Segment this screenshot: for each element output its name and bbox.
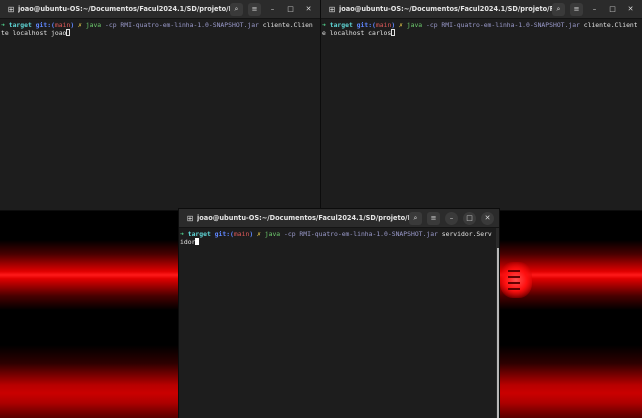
text-cursor: [391, 29, 396, 37]
maximize-icon[interactable]: □: [284, 3, 297, 16]
window-title: joao@ubuntu-OS:~/Documentos/Facul2024.1/…: [197, 214, 409, 222]
prompt-dir: target: [329, 21, 353, 29]
new-tab-icon[interactable]: ⊞: [4, 3, 18, 16]
close-icon[interactable]: ✕: [302, 3, 315, 16]
minimize-icon[interactable]: –: [445, 211, 458, 225]
prompt-dir: target: [187, 230, 211, 238]
git-close: ): [391, 21, 396, 29]
git-branch: main: [233, 230, 250, 238]
prompt-arrow: ➜: [180, 230, 184, 238]
terminal-output[interactable]: ➜ target git:(main) ✗ java -cp RMI-quatr…: [1, 21, 316, 38]
new-tab-icon[interactable]: ⊞: [183, 212, 197, 225]
command: java: [406, 21, 423, 29]
text-cursor: [66, 29, 71, 37]
titlebar[interactable]: ⊞ joao@ubuntu-OS:~/Documentos/Facul2024.…: [321, 0, 642, 19]
wallpaper-stripe: [508, 276, 520, 278]
maximize-icon[interactable]: □: [606, 3, 619, 16]
hamburger-menu-icon[interactable]: ≡: [427, 211, 440, 225]
command: java: [85, 21, 102, 29]
git-label: git:(: [356, 21, 376, 29]
dirty-mark: ✗: [78, 21, 82, 29]
git-close: ): [70, 21, 75, 29]
minimize-icon[interactable]: –: [588, 3, 601, 16]
terminal-window-left[interactable]: ⊞ joao@ubuntu-OS:~/Documentos/Facul2024.…: [0, 0, 320, 210]
prompt-arrow: ➜: [322, 21, 326, 29]
wallpaper-stripe: [508, 270, 520, 272]
git-branch: main: [54, 21, 71, 29]
wallpaper-stripe: [508, 282, 520, 284]
prompt-dir: target: [8, 21, 32, 29]
text-cursor: [195, 238, 200, 246]
maximize-icon[interactable]: □: [463, 211, 476, 225]
window-title: joao@ubuntu-OS:~/Documentos/Facul2024.1/…: [18, 5, 230, 13]
command: java: [264, 230, 281, 238]
wallpaper-glow-shape: [500, 262, 532, 298]
dirty-mark: ✗: [399, 21, 403, 29]
command-args: -cp RMI-quatro-em-linha-1.0-SNAPSHOT.jar: [284, 230, 438, 238]
window-title: joao@ubuntu-OS:~/Documentos/Facul2024.1/…: [339, 5, 552, 13]
terminal-window-center[interactable]: ⊞ joao@ubuntu-OS:~/Documentos/Facul2024.…: [179, 209, 499, 418]
terminal-output[interactable]: ➜ target git:(main) ✗ java -cp RMI-quatr…: [322, 21, 638, 38]
close-icon[interactable]: ✕: [624, 3, 637, 16]
hamburger-menu-icon[interactable]: ≡: [248, 2, 261, 16]
titlebar[interactable]: ⊞ joao@ubuntu-OS:~/Documentos/Facul2024.…: [179, 209, 499, 228]
command-args: -cp RMI-quatro-em-linha-1.0-SNAPSHOT.jar: [105, 21, 259, 29]
new-tab-icon[interactable]: ⊞: [325, 3, 339, 16]
titlebar[interactable]: ⊞ joao@ubuntu-OS:~/Documentos/Facul2024.…: [0, 0, 320, 19]
search-icon[interactable]: ⌕: [552, 2, 565, 16]
hamburger-menu-icon[interactable]: ≡: [570, 2, 583, 16]
wallpaper-stripe: [508, 288, 520, 290]
terminal-window-right[interactable]: ⊞ joao@ubuntu-OS:~/Documentos/Facul2024.…: [321, 0, 642, 210]
scrollbar[interactable]: [496, 228, 499, 418]
close-icon[interactable]: ✕: [481, 211, 494, 225]
git-close: ): [249, 230, 254, 238]
git-label: git:(: [35, 21, 55, 29]
git-branch: main: [375, 21, 392, 29]
command-args: -cp RMI-quatro-em-linha-1.0-SNAPSHOT.jar: [426, 21, 580, 29]
dirty-mark: ✗: [257, 230, 261, 238]
search-icon[interactable]: ⌕: [409, 211, 422, 225]
scrollbar-thumb[interactable]: [497, 248, 499, 418]
minimize-icon[interactable]: –: [266, 3, 279, 16]
git-label: git:(: [214, 230, 234, 238]
search-icon[interactable]: ⌕: [230, 2, 243, 16]
terminal-output[interactable]: ➜ target git:(main) ✗ java -cp RMI-quatr…: [180, 230, 493, 247]
prompt-arrow: ➜: [1, 21, 5, 29]
